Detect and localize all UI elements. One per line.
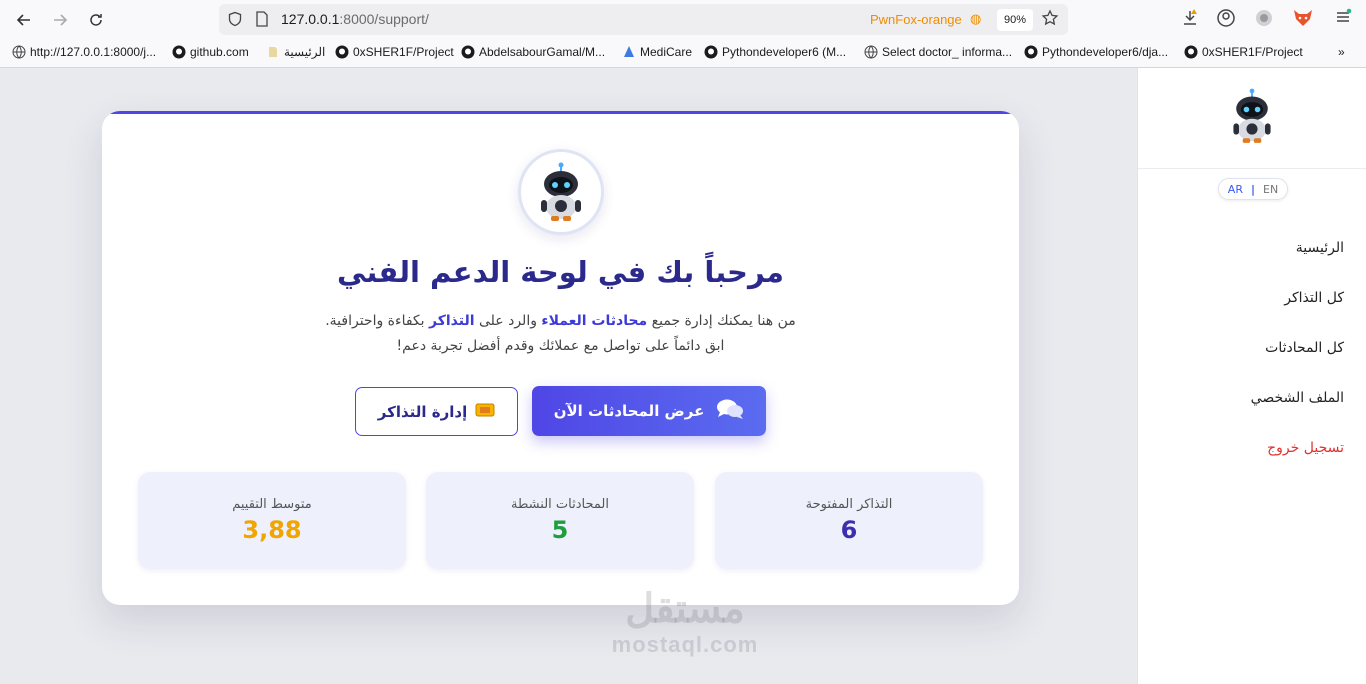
language-toggle[interactable]: AR | EN [1218, 178, 1288, 200]
pwnfox-icon[interactable] [1292, 8, 1314, 32]
subtitle-text: والرد على [474, 313, 542, 329]
bookmark-item[interactable]: 0xSHER1F/Project [335, 45, 454, 59]
extension-icon[interactable] [1254, 8, 1274, 32]
page-subtitle: من هنا يمكنك إدارة جميع محادثات العملاء … [102, 309, 1019, 359]
page-icon [266, 45, 280, 59]
sidebar-logo[interactable] [1226, 86, 1278, 146]
bookmark-item[interactable]: الرئيسية [266, 45, 325, 59]
stat-label: التذاكر المفتوحة [805, 497, 893, 512]
bookmark-item[interactable]: Pythondeveloper6/dja... [1024, 45, 1168, 59]
bookmark-label: 0xSHER1F/Project [353, 45, 454, 59]
watermark-latin: mostaql.com [611, 632, 759, 657]
welcome-card: مرحباً بك في لوحة الدعم الفني من هنا يمك… [102, 111, 1019, 605]
page-title: مرحباً بك في لوحة الدعم الفني [337, 255, 784, 289]
github-icon [704, 45, 718, 59]
card-accent-bar [102, 111, 1019, 114]
github-icon [1184, 45, 1198, 59]
bookmark-item[interactable]: MediCare [622, 45, 692, 59]
subtitle-highlight-tickets: التذاكر [429, 313, 475, 329]
manage-tickets-button[interactable]: إدارة التذاكر [355, 387, 518, 436]
sidebar-item-profile[interactable]: الملف الشخصي [1251, 390, 1344, 406]
bookmark-star-icon[interactable] [1041, 9, 1059, 31]
forward-icon[interactable] [46, 6, 74, 34]
stat-value: 3,88 [242, 516, 302, 544]
medicare-icon [622, 45, 636, 59]
bookmark-label: Select doctor_ informa... [882, 45, 1013, 59]
shield-icon[interactable] [227, 11, 243, 31]
github-icon [1024, 45, 1038, 59]
subtitle-text: بكفاءة واحترافية. [325, 313, 430, 329]
url-text[interactable]: 127.0.0.1:8000/support/ [281, 11, 429, 27]
reload-icon[interactable] [82, 6, 110, 34]
menu-icon[interactable] [1334, 8, 1352, 30]
bookmark-item[interactable]: Select doctor_ informa... [864, 45, 1012, 59]
account-icon[interactable] [1216, 8, 1236, 32]
robot-icon [1233, 88, 1271, 143]
bookmarks-overflow-icon[interactable]: » [1338, 45, 1345, 59]
bookmark-item[interactable]: github.com [172, 45, 249, 59]
bookmark-label: AbdelsabourGamal/M... [479, 45, 606, 59]
view-chats-button[interactable]: عرض المحادثات الآن [532, 386, 766, 436]
fingerprint-icon[interactable]: ◍ [970, 12, 981, 27]
bookmark-label: Pythondeveloper6/dja... [1042, 45, 1169, 59]
stat-average-rating: متوسط التقييم 3,88 [138, 472, 406, 569]
sidebar: AR | EN الرئيسية كل التذاكر كل المحادثات… [1137, 68, 1366, 684]
bookmark-label: الرئيسية [284, 45, 326, 59]
stat-label: المحادثات النشطة [511, 497, 609, 512]
watermark-arabic: مستقل [625, 587, 745, 631]
robot-icon [541, 162, 581, 221]
lang-separator: | [1250, 182, 1255, 196]
zoom-indicator[interactable]: 90% [997, 9, 1033, 31]
downloads-icon[interactable] [1180, 8, 1200, 32]
url-path: :8000/support/ [339, 11, 429, 27]
globe-icon [12, 45, 26, 59]
mostaql-watermark: مستقل mostaql.com [600, 586, 770, 684]
url-bar[interactable]: 127.0.0.1:8000/support/ PwnFox-orange ◍ … [219, 4, 1068, 35]
bookmark-label: 0xSHER1F/Project [1202, 45, 1303, 59]
ticket-icon [475, 402, 495, 422]
stat-open-tickets: التذاكر المفتوحة 6 [715, 472, 983, 569]
bookmark-label: MediCare [640, 45, 693, 59]
sidebar-item-home[interactable]: الرئيسية [1296, 240, 1344, 256]
bookmark-item[interactable]: http://127.0.0.1:8000/j... [12, 45, 156, 59]
container-label[interactable]: PwnFox-orange [870, 12, 962, 27]
subtitle-highlight-chats: محادثات العملاء [541, 313, 648, 329]
bookmark-item[interactable]: AbdelsabourGamal/M... [461, 45, 605, 59]
lang-ar[interactable]: AR [1228, 183, 1243, 196]
bookmark-label: http://127.0.0.1:8000/j... [30, 45, 157, 59]
lang-en[interactable]: EN [1263, 183, 1278, 196]
view-chats-label: عرض المحادثات الآن [553, 402, 705, 420]
bookmarks-bar: http://127.0.0.1:8000/j... github.com ال… [0, 40, 1366, 68]
sidebar-item-all-tickets[interactable]: كل التذاكر [1284, 290, 1344, 306]
back-icon[interactable] [10, 6, 38, 34]
subtitle-line-1: من هنا يمكنك إدارة جميع محادثات العملاء … [102, 309, 1019, 334]
stat-value: 6 [840, 516, 858, 544]
github-icon [335, 45, 349, 59]
stat-active-chats: المحادثات النشطة 5 [426, 472, 694, 569]
sidebar-divider [1138, 168, 1366, 169]
github-icon [172, 45, 186, 59]
stat-label: متوسط التقييم [232, 497, 312, 512]
stat-value: 5 [551, 516, 569, 544]
chat-bubbles-icon [716, 398, 744, 424]
subtitle-line-2: ابق دائماً على تواصل مع عملائك وقدم أفضل… [396, 338, 725, 354]
bookmark-item[interactable]: Pythondeveloper6 (M... [704, 45, 846, 59]
globe-icon [864, 45, 878, 59]
page-icon[interactable] [255, 11, 269, 31]
sidebar-item-logout[interactable]: تسجيل خروج [1267, 440, 1344, 456]
github-icon [461, 45, 475, 59]
sidebar-item-all-chats[interactable]: كل المحادثات [1265, 340, 1344, 356]
robot-logo [518, 149, 604, 235]
subtitle-text: من هنا يمكنك إدارة جميع [647, 313, 796, 329]
browser-toolbar: 127.0.0.1:8000/support/ PwnFox-orange ◍ … [0, 0, 1366, 40]
bookmark-label: Pythondeveloper6 (M... [722, 45, 847, 59]
manage-tickets-label: إدارة التذاكر [377, 402, 468, 421]
bookmark-label: github.com [190, 45, 249, 59]
bookmark-item[interactable]: 0xSHER1F/Project [1184, 45, 1303, 59]
url-host: 127.0.0.1 [281, 11, 340, 27]
